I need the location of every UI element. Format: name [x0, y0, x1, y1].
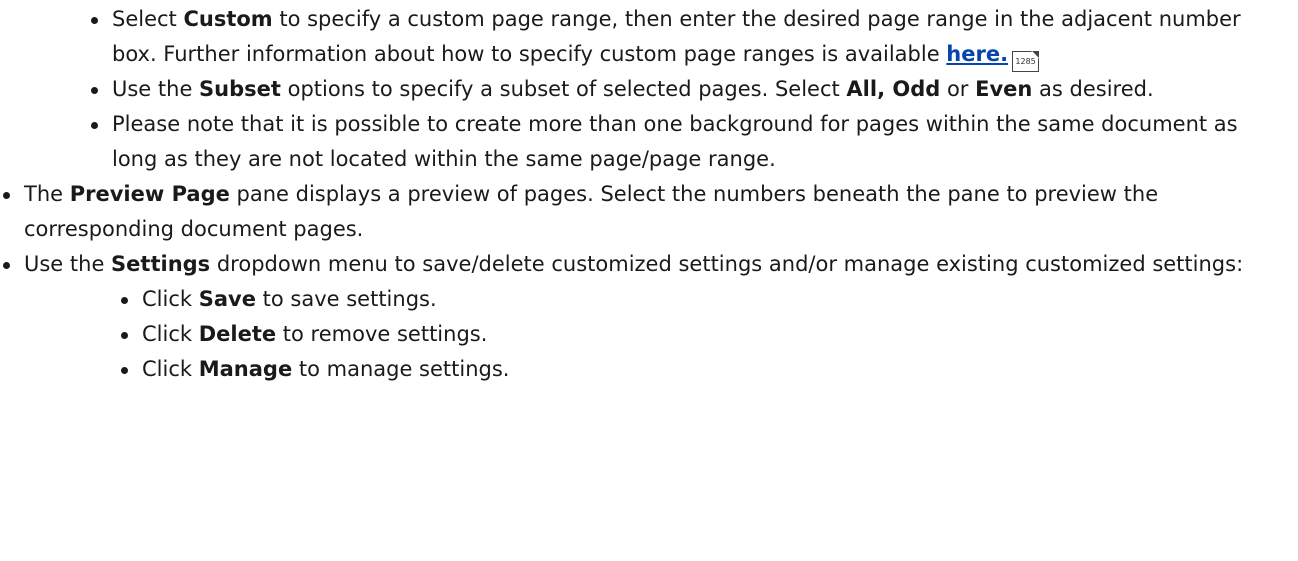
- bold-term: Save: [198, 287, 256, 311]
- bold-term: Settings: [111, 252, 211, 276]
- bold-term: Even: [975, 77, 1033, 101]
- bold-term: Manage: [198, 357, 293, 381]
- bold-term: Delete: [198, 322, 277, 346]
- text: Select: [112, 7, 184, 31]
- bullet-icon: [121, 297, 128, 304]
- bold-term: Subset: [199, 77, 281, 101]
- bold-term: Preview Page: [69, 182, 230, 206]
- text: Please note that it is possible to creat…: [112, 112, 1238, 171]
- bullet-icon: [91, 122, 98, 129]
- list-item-subset: Use the Subset options to specify a subs…: [91, 72, 1280, 107]
- text: dropdown menu to save/delete customized …: [210, 252, 1244, 276]
- bold-term: Custom: [183, 7, 273, 31]
- text: options to specify a subset of selected …: [280, 77, 847, 101]
- help-document: Select Custom to specify a custom page r…: [0, 0, 1298, 561]
- list-item-settings: Use the Settings dropdown menu to save/d…: [3, 247, 1279, 282]
- list-item-custom: Select Custom to specify a custom page r…: [91, 2, 1280, 72]
- text: to specify a custom page range, then ent…: [112, 7, 1241, 66]
- page-reference-icon[interactable]: 1285: [1012, 51, 1040, 72]
- text: Use the: [112, 77, 200, 101]
- text: to save settings.: [255, 287, 437, 311]
- text: to manage settings.: [292, 357, 510, 381]
- text: The: [24, 182, 70, 206]
- text: to remove settings.: [276, 322, 488, 346]
- text: Click: [142, 357, 199, 381]
- list-item-manage: Click Manage to manage settings.: [121, 352, 1242, 387]
- bullet-icon: [91, 17, 98, 24]
- nested-list: Select Custom to specify a custom page r…: [0, 2, 1298, 387]
- text: or: [940, 77, 976, 101]
- text: Use the: [24, 252, 112, 276]
- list-item-note: Please note that it is possible to creat…: [91, 107, 1280, 177]
- bullet-icon: [3, 262, 10, 269]
- here-link[interactable]: here.: [946, 42, 1008, 66]
- list-item-preview: The Preview Page pane displays a preview…: [3, 177, 1279, 247]
- text: Click: [142, 322, 199, 346]
- list-item-save: Click Save to save settings.: [121, 282, 1242, 317]
- bullet-icon: [121, 367, 128, 374]
- text: Click: [142, 287, 199, 311]
- text: as desired.: [1032, 77, 1154, 101]
- bullet-icon: [121, 332, 128, 339]
- bullet-icon: [91, 87, 98, 94]
- bullet-icon: [3, 192, 10, 199]
- bold-term: All, Odd: [846, 77, 941, 101]
- list-item-delete: Click Delete to remove settings.: [121, 317, 1242, 352]
